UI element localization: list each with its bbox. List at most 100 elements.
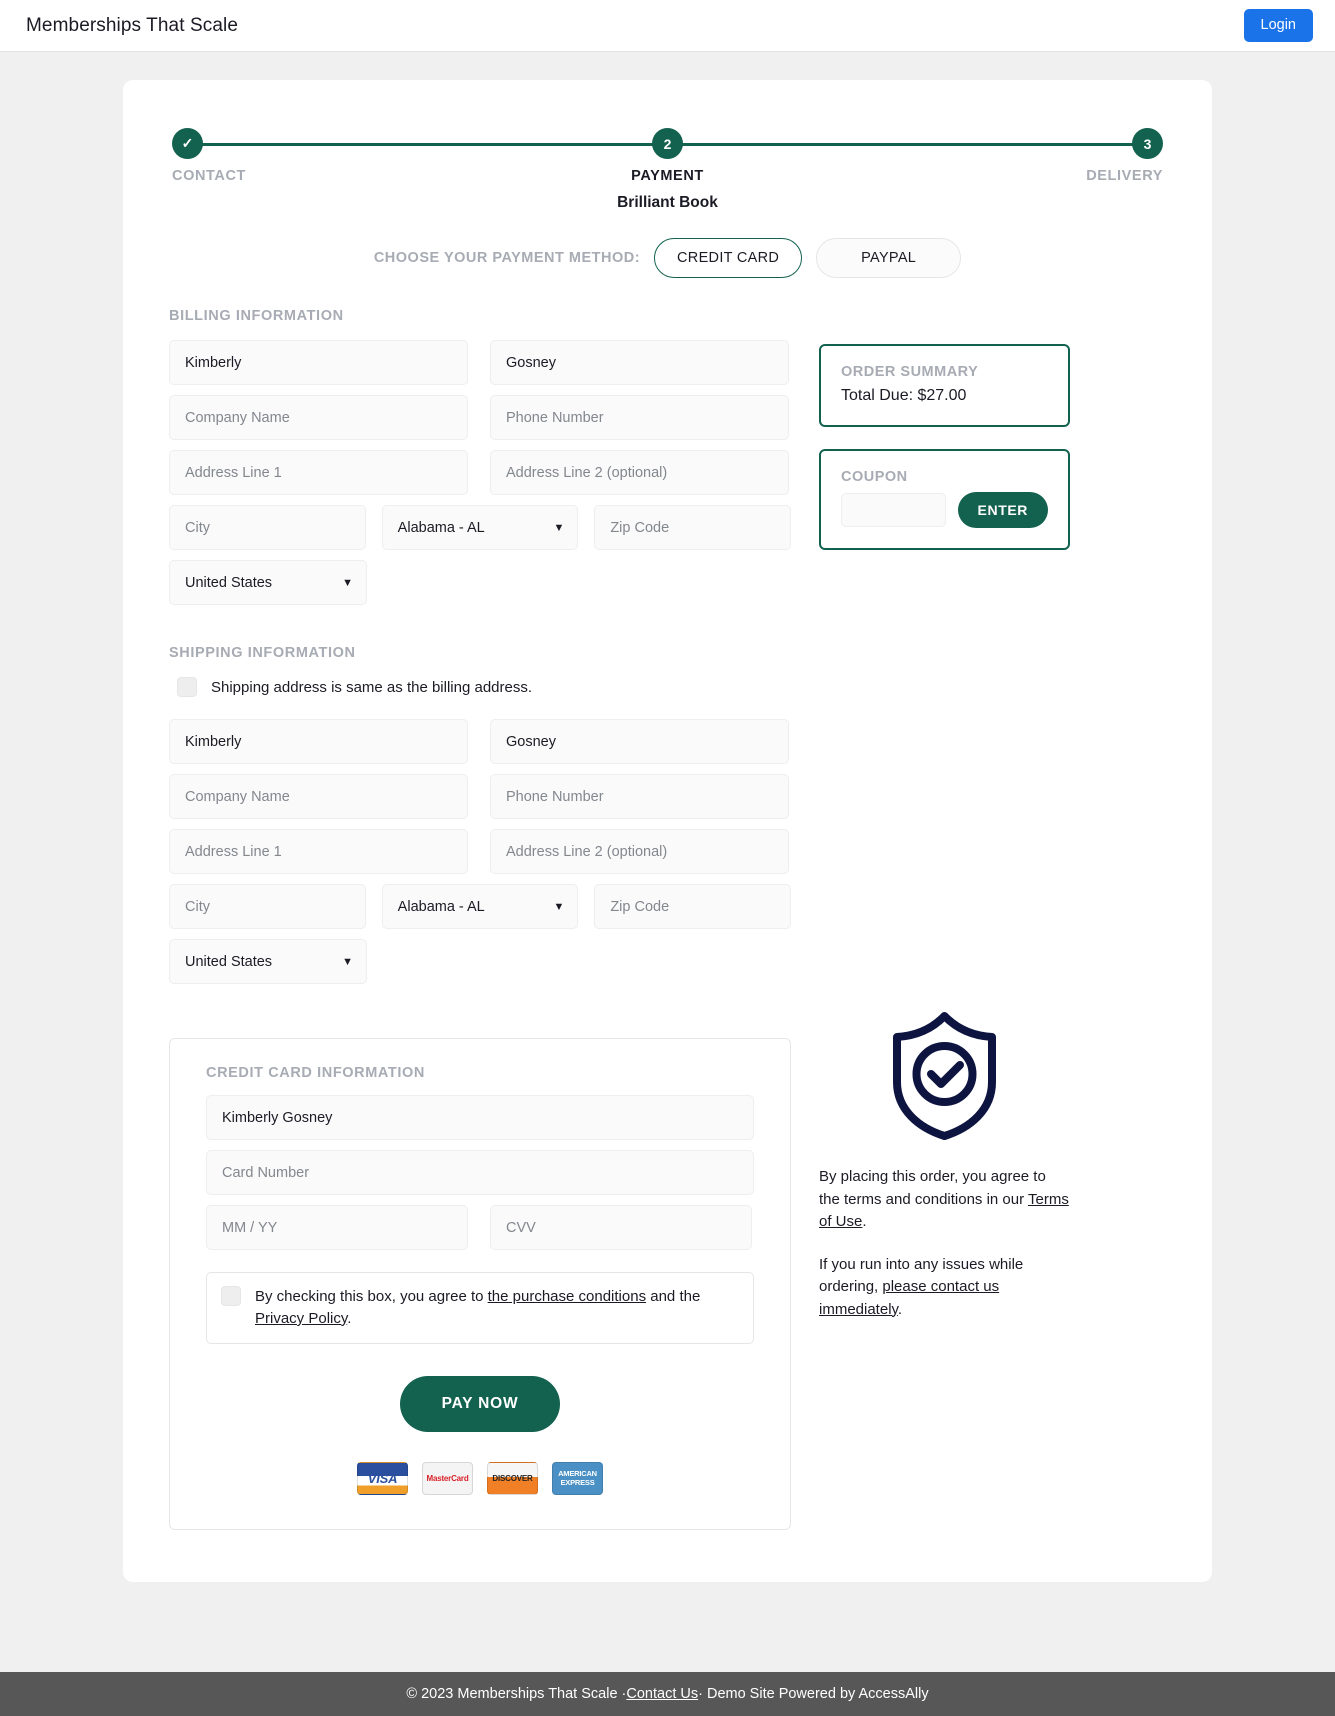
billing-form: Kimberly Gosney Company Name Phone Numbe… [169,340,791,615]
shipping-city-field[interactable]: City [169,884,366,929]
credit-card-name-field[interactable]: Kimberly Gosney [206,1095,754,1140]
shipping-phone-field[interactable]: Phone Number [490,774,789,819]
step-delivery-marker: 3 [1132,128,1163,159]
shipping-address2-placeholder: Address Line 2 (optional) [506,843,668,860]
step-contact-label: CONTACT [172,168,247,184]
summary-column: ORDER SUMMARY Total Due: $27.00 COUPON E… [819,340,1070,572]
shipping-address1-field[interactable]: Address Line 1 [169,829,468,874]
billing-address2-field[interactable]: Address Line 2 (optional) [490,450,789,495]
billing-zip-field[interactable]: Zip Code [594,505,791,550]
shipping-information-heading: SHIPPING INFORMATION [169,645,356,661]
payment-details-columns: CREDIT CARD INFORMATION Kimberly Gosney … [169,994,1166,1530]
shield-check-icon [819,1010,1070,1140]
coupon-input[interactable] [841,493,946,527]
shipping-state-select[interactable]: Alabama - AL ▼ [381,884,579,929]
pay-now-button[interactable]: PAY NOW [399,1375,561,1432]
shipping-same-as-billing-row[interactable]: Shipping address is same as the billing … [177,677,1166,697]
billing-country-select[interactable]: United States ▼ [169,560,367,605]
billing-last-name-field[interactable]: Gosney [490,340,789,385]
shipping-same-as-billing-checkbox[interactable] [177,677,197,697]
order-summary-heading: ORDER SUMMARY [841,364,979,380]
credit-card-number-field[interactable]: Card Number [206,1150,754,1195]
billing-country-value: United States [185,574,273,591]
top-bar: Memberships That Scale Login [0,0,1335,52]
step-contact[interactable]: ✓ CONTACT [172,124,282,184]
shipping-address1-placeholder: Address Line 1 [185,843,282,860]
amex-icon: AMERICAN EXPRESS [552,1461,603,1495]
purchase-terms-prefix: By checking this box, you agree to [255,1288,488,1305]
credit-card-cvv-field[interactable]: CVV [490,1205,752,1250]
step-payment-marker: 2 [652,128,683,159]
payment-method-label: CHOOSE YOUR PAYMENT METHOD: [373,250,641,266]
purchase-terms-row[interactable]: By checking this box, you agree to the p… [206,1272,754,1344]
privacy-policy-link[interactable]: Privacy Policy [255,1310,347,1327]
payment-method-paypal[interactable]: PAYPAL [816,238,962,278]
shipping-zip-field[interactable]: Zip Code [594,884,791,929]
billing-address1-field[interactable]: Address Line 1 [169,450,468,495]
billing-information-heading: BILLING INFORMATION [169,308,344,324]
step-delivery[interactable]: 3 DELIVERY [1053,124,1163,184]
discover-icon: DISCOVER [487,1461,538,1495]
payment-method-credit-card[interactable]: CREDIT CARD [654,238,803,278]
shipping-country-select[interactable]: United States ▼ [169,939,367,984]
shipping-zip-placeholder: Zip Code [610,898,670,915]
shipping-country-value: United States [185,953,273,970]
step-payment-label: PAYMENT [631,168,704,184]
site-footer: © 2023 Memberships That Scale · Contact … [0,1672,1335,1716]
chevron-down-icon: ▼ [553,521,565,534]
shipping-last-name-value: Gosney [506,733,556,750]
billing-zip-placeholder: Zip Code [610,519,670,536]
billing-state-value: Alabama - AL [397,519,485,536]
step-payment[interactable]: 2 PAYMENT [613,124,723,184]
product-title: Brilliant Book [617,194,718,211]
shipping-company-placeholder: Company Name [185,788,290,805]
order-legal-suffix: . [862,1213,867,1230]
chevron-down-icon: ▼ [342,955,353,968]
coupon-enter-button[interactable]: ENTER [957,492,1048,528]
billing-state-select[interactable]: Alabama - AL ▼ [381,505,579,550]
billing-address1-placeholder: Address Line 1 [185,464,282,481]
credit-card-number-placeholder: Card Number [222,1164,310,1181]
page-wrap: ✓ CONTACT 2 PAYMENT 3 DELIVERY Brilliant… [0,52,1335,1582]
billing-city-placeholder: City [185,519,210,536]
order-legal-prefix: By placing this order, you agree to the … [819,1168,1046,1208]
visa-icon: VISA [357,1461,408,1495]
footer-contact-us-link[interactable]: Contact Us [626,1686,698,1702]
shipping-city-placeholder: City [185,898,210,915]
site-title: Memberships That Scale [26,14,238,36]
billing-first-name-field[interactable]: Kimberly [169,340,468,385]
support-legal-suffix: . [897,1300,903,1318]
shipping-first-name-field[interactable]: Kimberly [169,719,468,764]
coupon-heading: COUPON [841,469,908,485]
billing-phone-placeholder: Phone Number [506,409,604,426]
checkout-stepper: ✓ CONTACT 2 PAYMENT 3 DELIVERY [172,124,1163,186]
billing-phone-field[interactable]: Phone Number [490,395,789,440]
chevron-down-icon: ▼ [553,900,565,913]
purchase-conditions-link[interactable]: the purchase conditions [488,1288,646,1305]
purchase-terms-suffix: . [347,1309,352,1327]
shipping-address2-field[interactable]: Address Line 2 (optional) [490,829,789,874]
checkout-card: ✓ CONTACT 2 PAYMENT 3 DELIVERY Brilliant… [123,80,1212,1582]
shipping-last-name-field[interactable]: Gosney [490,719,789,764]
accepted-cards: VISA MasterCard DISCOVER AMERICAN EXPRES… [206,1461,754,1495]
shipping-company-field[interactable]: Company Name [169,774,468,819]
purchase-terms-checkbox[interactable] [221,1286,241,1306]
shipping-phone-placeholder: Phone Number [506,788,604,805]
payment-method-selector: CHOOSE YOUR PAYMENT METHOD: CREDIT CARD … [169,238,1166,278]
order-summary-box: ORDER SUMMARY Total Due: $27.00 [819,344,1070,427]
credit-card-expiry-field[interactable]: MM / YY [206,1205,468,1250]
billing-company-field[interactable]: Company Name [169,395,468,440]
shipping-state-value: Alabama - AL [397,898,485,915]
shipping-form: Kimberly Gosney Company Name Phone Numbe… [169,719,791,984]
purchase-terms-middle: and the [646,1288,701,1305]
billing-city-field[interactable]: City [169,505,366,550]
coupon-box: COUPON ENTER [819,449,1070,550]
footer-suffix: · Demo Site Powered by AccessAlly [698,1686,929,1702]
order-summary-total: Total Due: $27.00 [841,387,967,404]
credit-card-name-value: Kimberly Gosney [222,1109,333,1126]
support-legal-text: If you run into any issues while orderin… [819,1254,1070,1322]
billing-first-name-value: Kimberly [185,354,242,371]
purchase-terms-text: By checking this box, you agree to the p… [255,1286,739,1330]
footer-copyright: © 2023 Memberships That Scale · [406,1686,627,1702]
login-button[interactable]: Login [1243,9,1313,42]
